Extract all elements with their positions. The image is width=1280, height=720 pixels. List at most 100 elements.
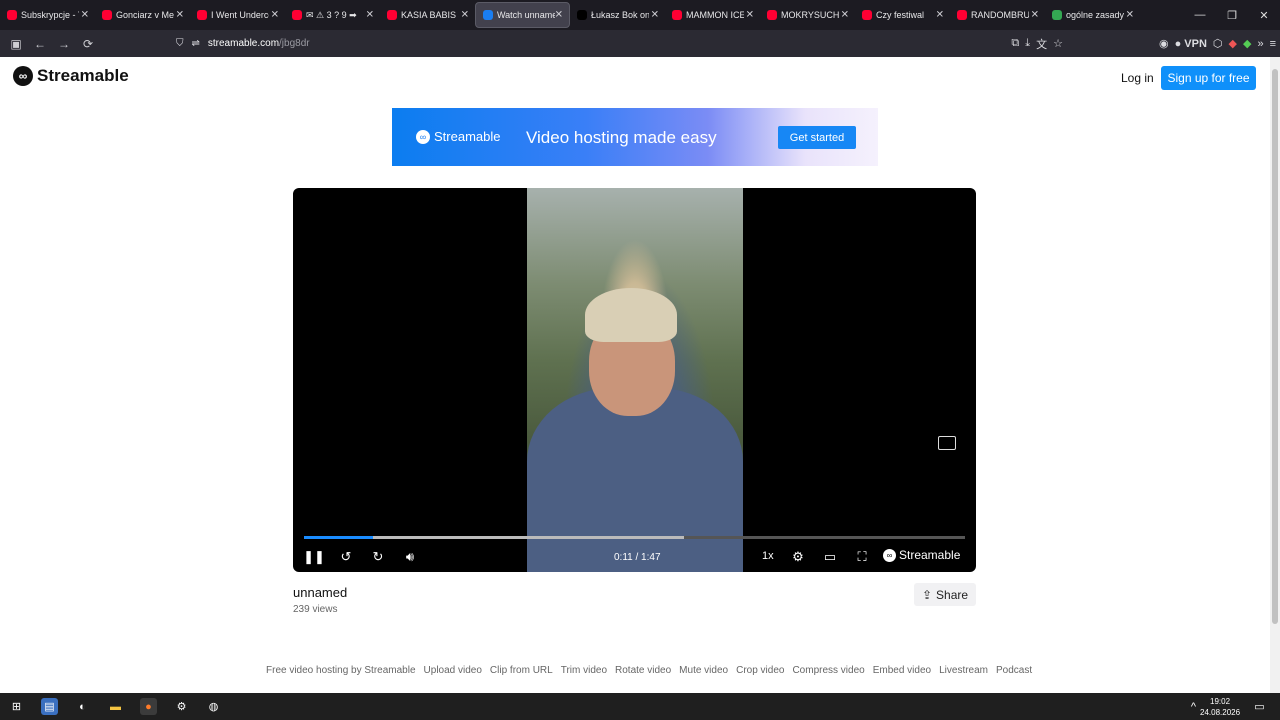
clock[interactable]: 19:02 24.08.2026	[1200, 696, 1240, 718]
footer-link[interactable]: Clip from URL	[490, 665, 553, 676]
pause-icon[interactable]: ❚❚	[303, 548, 325, 566]
fullscreen-icon[interactable]: ⛶	[854, 548, 870, 566]
video-frame[interactable]	[527, 188, 743, 572]
tab-close-icon[interactable]: ✕	[1031, 10, 1039, 21]
file-explorer-icon[interactable]: ▬	[107, 698, 124, 715]
extensions-puzzle-icon[interactable]: ⬡	[1213, 37, 1223, 50]
browser-tab[interactable]: ✉ ⚠ 3 ? 9 ➡ ✕	[285, 0, 380, 30]
streamable-watermark[interactable]: ∞ Streamable	[883, 548, 960, 562]
banner-logo: ∞ Streamable	[416, 129, 500, 144]
steam-icon[interactable]: ◐	[74, 698, 91, 715]
footer-link[interactable]: Mute video	[679, 665, 728, 676]
scrollbar-thumb[interactable]	[1272, 69, 1278, 624]
forward-skip-icon[interactable]: ↻	[370, 548, 386, 566]
footer-link[interactable]: Podcast	[996, 665, 1032, 676]
tab-close-icon[interactable]: ✕	[746, 10, 754, 21]
extension-icon[interactable]: ◉	[1159, 37, 1169, 50]
signup-button[interactable]: Sign up for free	[1161, 66, 1256, 90]
browser-tab[interactable]: ogólne zasady ✕	[1045, 0, 1140, 30]
site-logo[interactable]: ∞ Streamable	[13, 66, 129, 86]
shield-icon: ⛉	[176, 38, 184, 49]
close-window-icon[interactable]: ✕	[1248, 9, 1280, 22]
tab-favicon-icon	[1052, 10, 1062, 20]
tab-title: Łukasz Bok on X	[591, 10, 649, 20]
footer-link[interactable]: Embed video	[873, 665, 931, 676]
video-player[interactable]: ❚❚ ↺ ↻ 🔊︎ 0:11 / 1:47 1x ⚙ ▭ ⛶ ∞ Streama…	[293, 188, 976, 572]
share-label: Share	[936, 587, 969, 602]
footer-link[interactable]: Crop video	[736, 665, 784, 676]
firefox-icon[interactable]: ●	[140, 698, 157, 715]
tab-favicon-icon	[767, 10, 777, 20]
share-button[interactable]: ⇪ Share	[914, 583, 976, 606]
addon-green-icon[interactable]: ◆	[1243, 37, 1251, 50]
footer-link[interactable]: Compress video	[792, 665, 864, 676]
vpn-toggle[interactable]: ● VPN	[1175, 38, 1207, 50]
tab-close-icon[interactable]: ✕	[176, 10, 184, 21]
footer-link[interactable]: Free video hosting by Streamable	[266, 665, 416, 676]
login-link[interactable]: Log in	[1121, 71, 1154, 85]
screenshot-icon[interactable]: ⧉	[1011, 37, 1019, 50]
notification-icon[interactable]: ▭	[1251, 698, 1268, 715]
get-started-button[interactable]: Get started	[778, 126, 856, 149]
tab-close-icon[interactable]: ✕	[841, 10, 849, 21]
tab-close-icon[interactable]: ✕	[366, 10, 374, 21]
footer-link[interactable]: Livestream	[939, 665, 988, 676]
progress-bar[interactable]	[304, 536, 965, 539]
browser-tab[interactable]: MAMMON ICEBOX✕	[665, 0, 760, 30]
menu-icon[interactable]: ≡	[1270, 38, 1276, 50]
streamable-logo-icon: ∞	[13, 66, 33, 86]
browser-tab[interactable]: KASIA BABIS S2✕	[380, 0, 475, 30]
pip-overlay-icon[interactable]	[938, 436, 956, 450]
page: ∞ Streamable Log in Sign up for free ∞ S…	[0, 57, 1270, 693]
speed-button[interactable]: 1x	[762, 550, 774, 562]
page-scrollbar[interactable]	[1270, 57, 1280, 693]
footer-links: Free video hosting by Streamable Upload v…	[266, 665, 1032, 676]
rewind-icon[interactable]: ↺	[338, 548, 354, 566]
forward-icon[interactable]: →	[52, 37, 76, 51]
browser-tab[interactable]: I Went Undercover✕	[190, 0, 285, 30]
overflow-icon[interactable]: »	[1257, 38, 1263, 50]
back-icon[interactable]: ←	[28, 37, 52, 51]
site-name: Streamable	[37, 66, 129, 85]
reload-icon[interactable]: ⟳	[76, 37, 100, 51]
browser-tab[interactable]: Subskrypcje - YouTube✕	[0, 0, 95, 30]
browser-tab[interactable]: Watch unnamed✕	[475, 2, 570, 28]
tab-close-icon[interactable]: ✕	[555, 10, 563, 21]
translate-icon[interactable]: 文	[1036, 36, 1047, 52]
settings-gear-icon[interactable]: ⚙	[790, 548, 806, 566]
miniplayer-icon[interactable]: ▭	[822, 548, 838, 566]
settings-icon[interactable]: ⚙	[173, 698, 190, 715]
window-controls: — ❐ ✕	[1184, 0, 1280, 30]
download-icon[interactable]: ⤓	[1025, 37, 1030, 50]
footer-link[interactable]: Trim video	[561, 665, 607, 676]
tab-favicon-icon	[672, 10, 682, 20]
app-icon-1[interactable]: ▤	[41, 698, 58, 715]
clock-time: 19:02	[1210, 697, 1231, 706]
ad-banner[interactable]: ∞ Streamable Video hosting made easy Get…	[392, 108, 878, 166]
footer-link[interactable]: Upload video	[424, 665, 482, 676]
page-settings-icon[interactable]: ⇌	[192, 38, 200, 49]
browser-tab[interactable]: Gonciarz v Mecz✕	[95, 0, 190, 30]
tab-close-icon[interactable]: ✕	[461, 10, 469, 21]
tab-close-icon[interactable]: ✕	[651, 10, 659, 21]
address-bar[interactable]: ⛉ ⇌ streamable.com/jbg8dr	[176, 33, 1002, 54]
bookmark-star-icon[interactable]: ☆	[1053, 37, 1063, 50]
tab-close-icon[interactable]: ✕	[81, 10, 89, 21]
tab-close-icon[interactable]: ✕	[1126, 10, 1134, 21]
footer-link[interactable]: Rotate video	[615, 665, 671, 676]
addon-red-icon[interactable]: ◆	[1229, 37, 1237, 50]
tab-close-icon[interactable]: ✕	[936, 10, 944, 21]
volume-icon[interactable]: 🔊︎	[402, 548, 418, 566]
restore-icon[interactable]: ❐	[1216, 9, 1248, 22]
browser-tab[interactable]: Czy festiwal ✕	[855, 0, 950, 30]
browser-tab[interactable]: RANDOMBRUCE✕	[950, 0, 1045, 30]
sidebar-icon[interactable]: ▣	[4, 37, 28, 51]
windows-start-icon[interactable]: ⊞	[8, 698, 25, 715]
minimize-icon[interactable]: —	[1184, 9, 1216, 21]
tab-close-icon[interactable]: ✕	[271, 10, 279, 21]
browser-tab[interactable]: MOKRYSUCHY ✕	[760, 0, 855, 30]
tab-favicon-icon	[197, 10, 207, 20]
video-title: unnamed	[293, 585, 348, 600]
browser-tab[interactable]: Łukasz Bok on X✕	[570, 0, 665, 30]
app-icon-2[interactable]: ◍	[205, 698, 222, 715]
